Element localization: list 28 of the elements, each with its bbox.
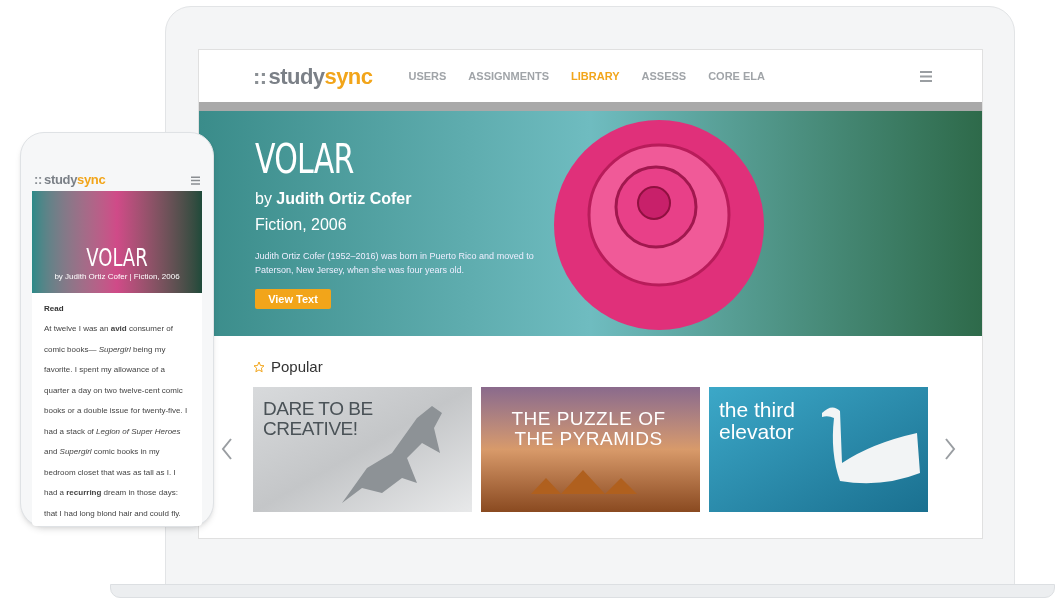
popular-heading: Popular: [271, 357, 323, 377]
chevron-right-icon[interactable]: [944, 438, 956, 460]
section-heading: Read: [44, 303, 65, 315]
phone-hero-title: VOLAR: [86, 245, 148, 271]
nav-tab[interactable]: ASSIGNMENTS: [468, 67, 550, 85]
nav-tab[interactable]: ASSESS: [641, 67, 687, 85]
hero-title: VOLAR: [255, 137, 355, 181]
nav-tab[interactable]: USERS: [408, 67, 447, 85]
hero-author: by Judith Ortiz Cofer: [255, 189, 413, 209]
studysync-logo: ::studysync: [253, 62, 373, 91]
nav-tab[interactable]: LIBRARY: [571, 67, 620, 85]
hero-genre: Fiction, 2006: [255, 215, 348, 235]
book-card[interactable]: DARE TO BE CREATIVE!: [253, 386, 472, 512]
view-text-button[interactable]: View Text: [255, 289, 331, 309]
reading-text: At twelve I was an avid consumer of comic books— Supergirl being my favorite. I spent my allowance of a quarter a day on two twelve-cent comic books or a double issue for twenty-five. I had a stack of Legion of Super Heroes and Supergirl comic books in my bedroom closet that was as tall as I. I had a recurring dream in those days: that I had long blond hair and could fly.: [44, 323, 189, 520]
book-card[interactable]: THE PUZZLE OF THE PYRAMIDS: [481, 386, 700, 512]
chevron-left-icon[interactable]: [221, 438, 233, 460]
menu-icon[interactable]: [191, 175, 200, 185]
phone-hero-subtitle: by Judith Ortiz Cofer | Fiction, 2006: [54, 271, 180, 283]
studysync-logo: ::studysync: [34, 171, 106, 190]
menu-icon[interactable]: [920, 70, 932, 82]
book-card[interactable]: the third elevator: [709, 386, 928, 512]
hero-bio: Judith Ortiz Cofer (1952–2016) was born in Puerto Rico and moved to Paterson, New Jersey, when she was four years old.: [255, 250, 535, 277]
star-icon: [253, 361, 265, 374]
card-title: the third elevator: [719, 398, 796, 443]
card-title: THE PUZZLE OF THE PYRAMIDS: [510, 408, 667, 449]
card-title: DARE TO BE CREATIVE!: [263, 398, 374, 439]
nav-tab[interactable]: CORE ELA: [708, 67, 765, 85]
